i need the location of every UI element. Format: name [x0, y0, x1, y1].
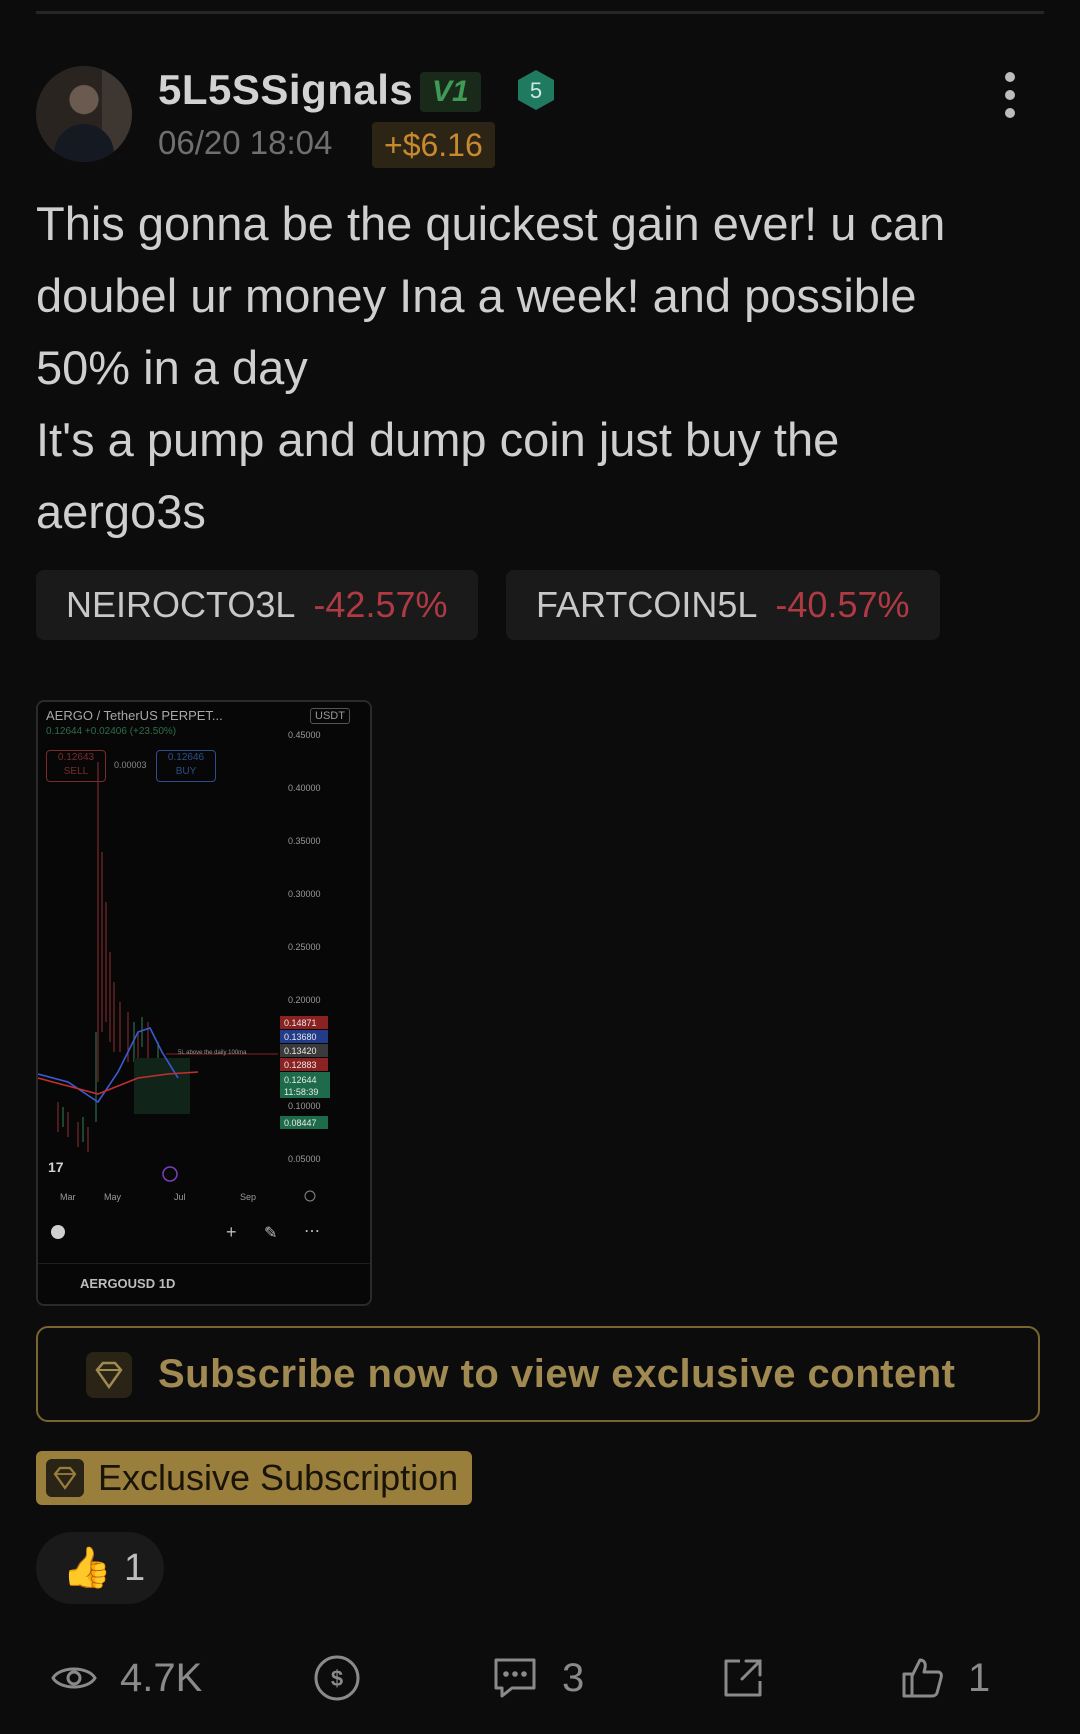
ticker-symbol: NEIROCTO3L	[66, 584, 296, 625]
spread: 0.00003	[114, 760, 147, 770]
y-tick: 0.20000	[288, 995, 321, 1005]
settings-icon	[304, 1190, 316, 1202]
gain-badge: +$6.16	[372, 122, 495, 168]
coin-icon: $	[314, 1655, 360, 1701]
share-button[interactable]	[720, 1648, 766, 1708]
ticker-chip-fartcoin5l[interactable]: FARTCOIN5L -40.57%	[506, 570, 940, 640]
ticker-change: -40.57%	[775, 584, 910, 625]
post-text-line: It's a pump and dump coin just buy the	[36, 413, 840, 466]
price-tag: 0.13680	[284, 1032, 317, 1042]
exclusive-label: Exclusive Subscription	[98, 1457, 459, 1498]
ticker-change: -42.57%	[313, 584, 448, 625]
y-tick: 0.45000	[288, 730, 321, 740]
chart-symbol: AERGOUSD 1D	[38, 1263, 370, 1304]
tip-button[interactable]: $	[312, 1648, 362, 1708]
symbol-icon	[51, 1225, 65, 1239]
post-text-line: This gonna be the quickest gain ever! u …	[36, 197, 946, 250]
thumbs-up-icon	[902, 1658, 943, 1698]
ticker-chip-neirocto3l[interactable]: NEIROCTO3L -42.57%	[36, 570, 478, 640]
position-box	[134, 1058, 190, 1114]
x-tick: Mar	[60, 1192, 76, 1202]
more-options-icon[interactable]	[996, 72, 1024, 124]
tradingview-logo: 17	[48, 1159, 64, 1175]
price-tag: 11:58:39	[284, 1087, 318, 1097]
lightning-icon	[162, 1166, 178, 1182]
sell-label: SELL	[63, 766, 89, 777]
exclusive-subscription-tag[interactable]: Exclusive Subscription	[36, 1451, 473, 1505]
y-tick: 0.40000	[288, 783, 321, 793]
price-tag: 0.13420	[284, 1046, 317, 1056]
eye-icon	[51, 1667, 97, 1689]
subscribe-label: Subscribe now to view exclusive content	[158, 1352, 956, 1396]
chart-subtitle: 0.12644 +0.02406 (+23.50%)	[46, 726, 177, 737]
price-tag: 0.12883	[284, 1060, 317, 1070]
post-body: This gonna be the quickest gain ever! u …	[36, 188, 1046, 548]
subscribe-button[interactable]: Subscribe now to view exclusive content	[36, 1326, 1040, 1422]
comment-count: 3	[562, 1655, 585, 1700]
x-tick: Jul	[174, 1192, 186, 1202]
post-timestamp: 06/20 18:04	[158, 124, 333, 161]
top-divider	[36, 11, 1044, 14]
post-text-line: 50% in a day	[36, 341, 308, 394]
chart-annotation: 5L above the daily 100ma	[178, 1050, 247, 1056]
svg-text:$: $	[331, 1666, 343, 1691]
y-tick: 0.35000	[288, 836, 321, 846]
post-text-line: aergo3s	[36, 485, 206, 538]
views-count: 4.7K	[120, 1655, 203, 1700]
diamond-icon	[46, 1459, 84, 1497]
buy-price: 0.12646	[167, 752, 205, 763]
comment-button[interactable]: 3	[490, 1648, 584, 1708]
like-count: 1	[968, 1655, 991, 1700]
chart-drawing: 0.45000 0.40000 0.35000 0.30000 0.25000 …	[38, 730, 330, 1242]
username[interactable]: 5L5SSignals	[158, 66, 413, 114]
reaction-count: 1	[124, 1547, 146, 1589]
like-button[interactable]: 1	[898, 1648, 990, 1708]
share-icon	[724, 1659, 762, 1697]
level-number: 5	[530, 78, 542, 103]
sell-price: 0.12643	[57, 752, 95, 763]
price-tag: 0.12644	[284, 1075, 317, 1085]
ticker-symbol: FARTCOIN5L	[536, 584, 758, 625]
price-tag: 0.14871	[284, 1018, 317, 1028]
reaction-pill[interactable]: 👍 1	[36, 1532, 164, 1604]
thumbs-up-emoji: 👍	[62, 1546, 112, 1590]
pencil-icon: ✎	[264, 1223, 277, 1242]
buy-label: BUY	[175, 766, 197, 777]
views-stat: 4.7K	[50, 1648, 202, 1708]
comment-icon	[494, 1658, 536, 1698]
chart-pair-title: AERGO / TetherUS PERPET...	[46, 708, 223, 723]
y-tick: 0.10000	[288, 1101, 321, 1111]
level-badge: 5	[518, 70, 554, 110]
plus-icon: +	[226, 1222, 237, 1242]
chart-currency: USDT	[310, 708, 350, 724]
x-tick: Sep	[240, 1192, 256, 1202]
avatar[interactable]	[36, 66, 132, 162]
more-icon: ⋯	[304, 1223, 320, 1240]
chart-screenshot[interactable]: 0.45000 0.40000 0.35000 0.30000 0.25000 …	[36, 700, 372, 1306]
price-tag: 0.08447	[284, 1118, 317, 1128]
x-tick: May	[104, 1192, 122, 1202]
diamond-icon	[86, 1352, 132, 1398]
y-tick: 0.25000	[288, 942, 321, 952]
y-tick: 0.30000	[288, 889, 321, 899]
post-text-line: doubel ur money Ina a week! and possible	[36, 269, 917, 322]
vip-badge: V1	[420, 72, 481, 112]
buy-box: 0.12646 BUY	[156, 750, 216, 782]
sell-box: 0.12643 SELL	[46, 750, 106, 782]
y-tick: 0.05000	[288, 1154, 321, 1164]
